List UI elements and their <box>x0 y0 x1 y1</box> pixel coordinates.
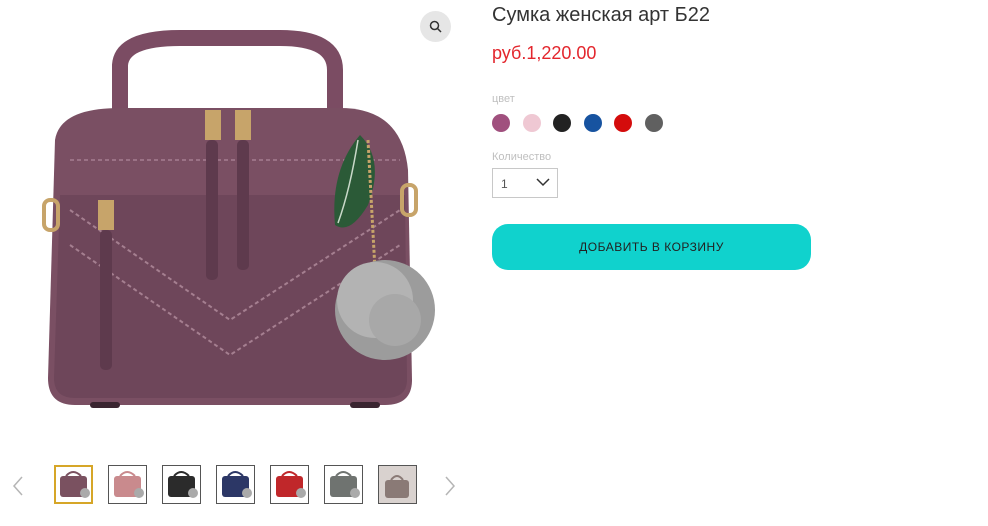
color-swatch-blue[interactable] <box>584 114 602 132</box>
handbag-thumb-black <box>168 471 198 498</box>
zoom-button[interactable] <box>420 11 451 42</box>
quantity-select[interactable]: 1 <box>492 168 558 198</box>
thumbnail-2[interactable] <box>108 465 147 504</box>
thumbnail-3[interactable] <box>162 465 201 504</box>
handbag-image <box>42 30 435 408</box>
thumbnail-1[interactable] <box>54 465 93 504</box>
next-arrow[interactable] <box>440 474 460 498</box>
add-to-cart-button[interactable]: ДОБАВИТЬ В КОРЗИНУ <box>492 224 811 270</box>
product-main-image[interactable] <box>30 20 460 440</box>
handbag-thumb-navy <box>222 471 252 498</box>
product-gallery <box>0 0 470 526</box>
handbag-thumb-red <box>276 471 306 498</box>
handbag-thumb-lifestyle <box>379 466 416 503</box>
thumbnail-5[interactable] <box>270 465 309 504</box>
color-swatch-gray[interactable] <box>645 114 663 132</box>
color-label: цвет <box>492 93 515 105</box>
thumbnail-7[interactable] <box>378 465 417 504</box>
quantity-label: Количество <box>492 151 552 163</box>
product-details: Сумка женская арт Б22 руб.1,220.00 цвет … <box>492 0 972 526</box>
chevron-down-icon <box>536 178 550 187</box>
chevron-left-icon <box>12 476 23 496</box>
handbag-thumb-pink <box>114 471 144 498</box>
handbag-thumb-gray <box>330 471 360 498</box>
thumbnail-6[interactable] <box>324 465 363 504</box>
color-swatch-black[interactable] <box>553 114 571 132</box>
color-swatch-pink[interactable] <box>523 114 541 132</box>
product-price: руб.1,220.00 <box>492 43 597 63</box>
magnifier-icon <box>429 20 442 33</box>
quantity-value: 1 <box>501 177 508 191</box>
color-swatch-plum[interactable] <box>492 114 510 132</box>
color-swatch-red[interactable] <box>614 114 632 132</box>
handbag-thumb-plum <box>60 471 90 498</box>
thumbnail-strip <box>0 462 470 510</box>
chevron-right-icon <box>445 476 456 496</box>
thumbnail-4[interactable] <box>216 465 255 504</box>
product-title: Сумка женская арт Б22 <box>492 4 710 26</box>
prev-arrow[interactable] <box>8 474 28 498</box>
